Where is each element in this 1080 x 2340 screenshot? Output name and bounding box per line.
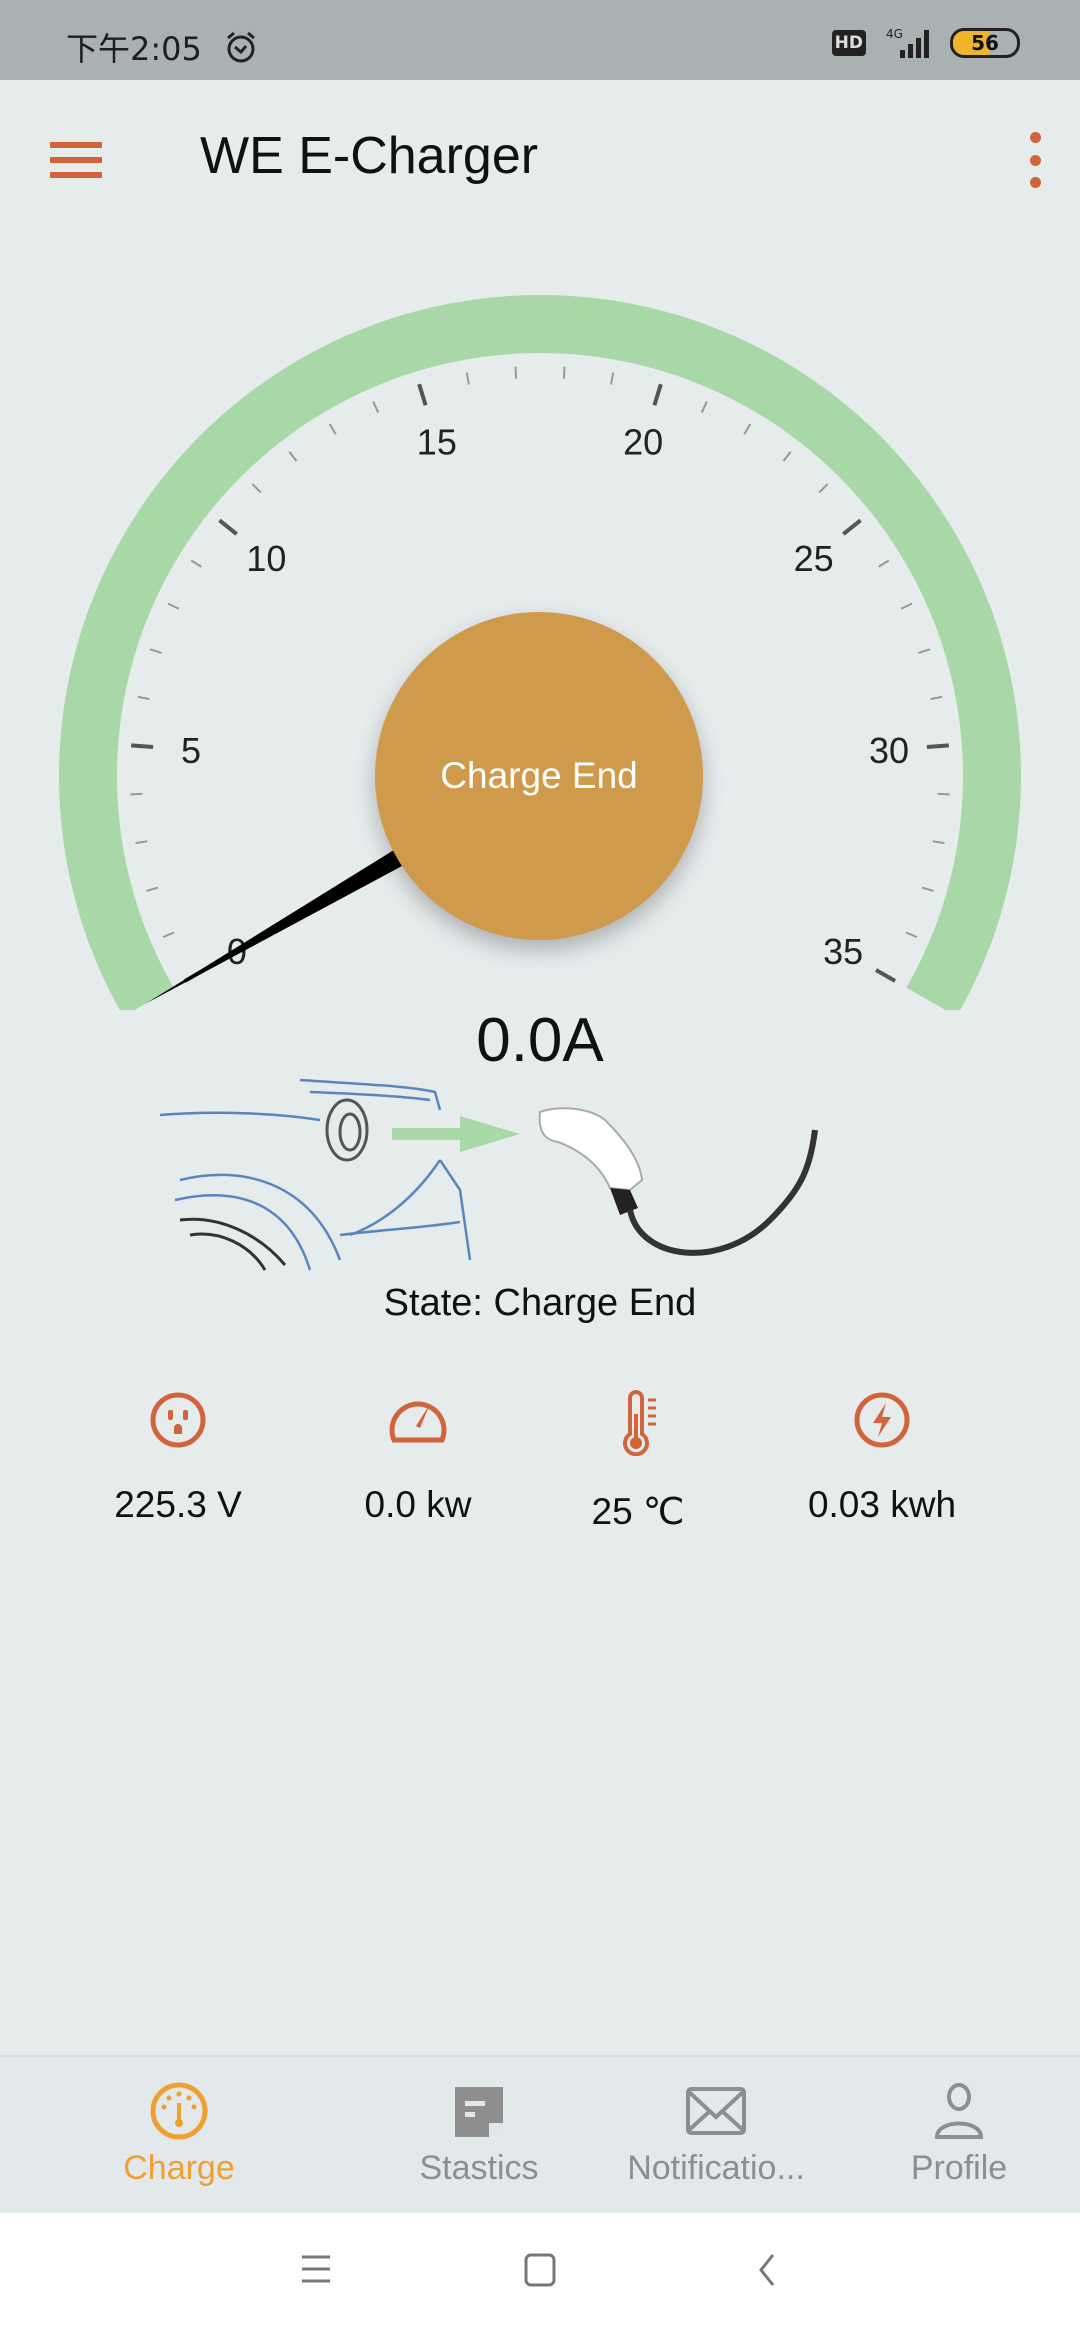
signal-icon: 4G [886,27,929,58]
tab-notifications[interactable]: Notificatio... [591,2081,841,2188]
gauge-minor-tick [167,602,180,610]
battery-icon: 56 [950,28,1020,58]
gauge-minor-tick [782,451,792,462]
gauge-minor-tick [190,559,202,568]
gauge-minor-tick [937,792,950,796]
current-readout: 0.0A [476,1006,604,1075]
hd-icon: HD [831,30,866,56]
home-button[interactable] [524,2253,556,2291]
recent-apps-button[interactable] [300,2253,332,2289]
gauge-minor-tick [743,423,752,435]
home-icon [524,2253,556,2287]
gauge-minor-tick [930,695,943,701]
gauge-major-tick [130,743,154,749]
gauge-icon [150,2082,208,2140]
gauge-minor-tick [514,366,518,379]
gauge-minor-tick [162,931,175,939]
gauge-minor-tick [372,401,380,413]
gauge-minor-tick [149,648,162,654]
gauge-major-tick [417,383,428,406]
thermometer-icon [623,1390,656,1456]
recents-icon [302,2255,330,2283]
energy-stat: 0.03 kwh [762,1390,1002,1526]
app-bar: WE E-Charger [0,80,1080,235]
gauge-tick-label: 25 [794,538,834,579]
gauge-major-tick [652,383,663,406]
gauge-minor-tick [932,840,945,845]
back-icon [759,2254,775,2286]
car-charging-illustration [160,1078,818,1271]
outlet-icon [150,1392,206,1448]
menu-button[interactable] [50,142,102,178]
gauge-major-tick [218,518,238,536]
gauge-minor-tick [700,401,708,413]
gauge-tick-label: 20 [623,422,663,463]
tab-charge[interactable]: Charge [54,2081,304,2188]
tab-profile[interactable]: Profile [834,2081,1080,2188]
alarm-icon [227,31,255,63]
gauge-tick-label: 10 [246,538,286,579]
note-icon [455,2087,503,2137]
gauge-tick-label: 35 [823,931,863,972]
status-time: 下午2:05 [66,30,202,68]
back-button[interactable] [755,2253,779,2291]
gauge-major-tick [926,743,950,749]
gauge-tick-label: 5 [181,730,201,771]
speedometer-icon [389,1401,447,1443]
gauge-minor-tick [818,483,829,494]
gauge-minor-tick [288,451,298,462]
gauge-minor-tick [251,483,262,494]
gauge-minor-tick [905,931,918,939]
gauge-minor-tick [146,886,159,892]
gauge-minor-tick [878,559,890,568]
gauge-minor-tick [328,423,337,435]
energy-bolt-icon [854,1392,910,1448]
more-options-button[interactable] [1020,132,1050,188]
charge-end-button[interactable]: Charge End [375,612,703,940]
gauge-minor-tick [562,366,566,379]
gauge-minor-tick [918,648,931,654]
gauge-minor-tick [137,695,150,701]
gauge-major-tick [875,968,897,983]
app-title: WE E-Charger [200,127,539,185]
gauge-minor-tick [921,886,934,892]
gauge-major-tick [842,518,862,536]
charge-state: State: Charge End [383,1282,697,1324]
gauge-tick-label: 30 [869,730,909,771]
person-icon [934,2083,984,2139]
tab-statistics[interactable]: Stastics [354,2081,604,2188]
gauge-tick-label: 15 [417,422,457,463]
gauge-minor-tick [900,602,913,610]
svg-text:4G: 4G [886,27,903,41]
power-stat: 0.0 kw [298,1390,538,1526]
gauge-minor-tick [465,372,470,385]
status-bar: 下午2:05 HD 4G 56 [0,0,1080,80]
system-navigation-bar [0,2213,1080,2340]
gauge-minor-tick [130,792,143,796]
gauge-minor-tick [135,840,148,845]
gauge-minor-tick [610,372,615,385]
envelope-icon [686,2087,746,2135]
temperature-stat: 25 ℃ [518,1390,758,1533]
bottom-navigation: Charge Stastics Notificatio... Profile [0,2055,1080,2213]
voltage-stat: 225.3 V [58,1390,298,1526]
